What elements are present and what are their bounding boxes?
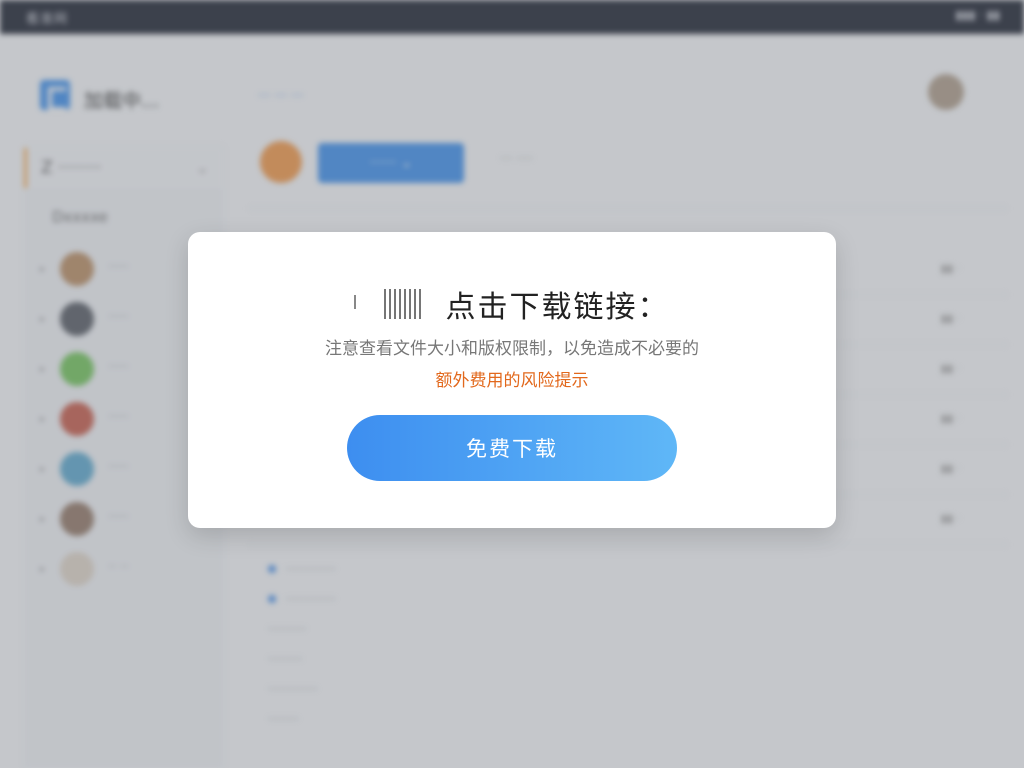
- modal-warning: 额外费用的风险提示: [435, 371, 589, 391]
- qr-code-icon: [354, 289, 423, 319]
- free-download-button[interactable]: 免费下载: [347, 415, 677, 481]
- modal-title-row: 点击下载链接：: [188, 282, 836, 325]
- modal-description: 注意查看文件大小和版权限制，以免造成不必要的: [325, 339, 699, 359]
- download-modal: 点击下载链接： 注意查看文件大小和版权限制，以免造成不必要的 额外费用的风险提示…: [188, 232, 836, 528]
- modal-title: 点击下载链接：: [445, 290, 670, 325]
